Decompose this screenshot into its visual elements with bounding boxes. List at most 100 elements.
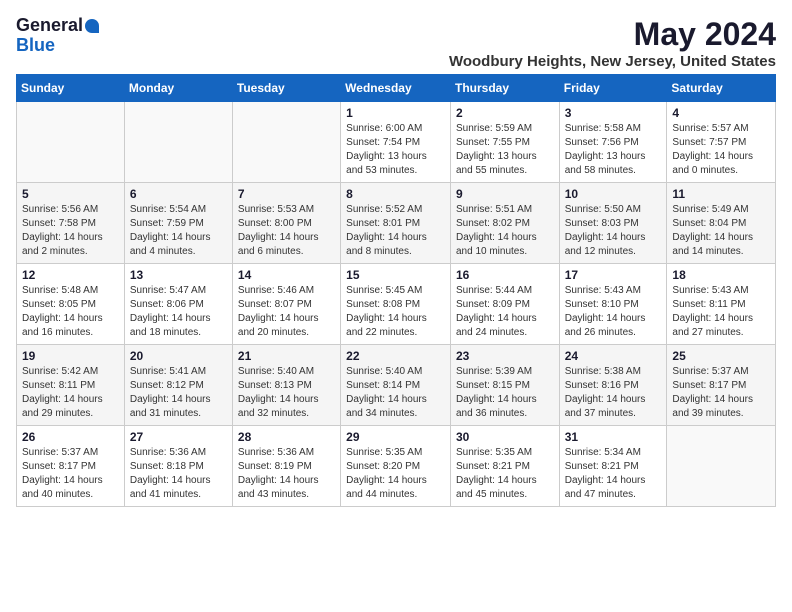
calendar-cell: 2 Sunrise: 5:59 AM Sunset: 7:55 PM Daylig… bbox=[450, 102, 559, 183]
day-number: 28 bbox=[238, 430, 335, 444]
day-info: Sunrise: 5:35 AM Sunset: 8:21 PM Dayligh… bbox=[456, 446, 554, 502]
day-info: Sunrise: 5:50 AM Sunset: 8:03 PM Dayligh… bbox=[565, 203, 662, 259]
calendar-cell: 3Sunrise: 5:58 AM Sunset: 7:56 PM Daylig… bbox=[559, 102, 667, 183]
day-number: 24 bbox=[565, 349, 662, 363]
logo-blue-text: Blue bbox=[16, 36, 99, 56]
calendar-cell: 26 Sunrise: 5:37 AM Sunset: 8:17 PM Dayli… bbox=[17, 426, 125, 507]
day-info: Sunrise: 5:40 AM Sunset: 8:14 PM Dayligh… bbox=[346, 365, 445, 421]
header-monday: Monday bbox=[124, 75, 232, 102]
day-info: Sunrise: 5:44 AM Sunset: 8:09 PM Dayligh… bbox=[456, 284, 554, 340]
day-info: Sunrise: 5:37 AM Sunset: 8:17 PM Dayligh… bbox=[672, 365, 770, 421]
header-sunday: Sunday bbox=[17, 75, 125, 102]
calendar-cell: 15Sunrise: 5:45 AM Sunset: 8:08 PM Dayli… bbox=[341, 264, 451, 345]
day-info: Sunrise: 5:38 AM Sunset: 8:16 PM Dayligh… bbox=[565, 365, 662, 421]
day-info: Sunrise: 5:46 AM Sunset: 8:07 PM Dayligh… bbox=[238, 284, 335, 340]
day-number: 27 bbox=[130, 430, 227, 444]
day-number: 23 bbox=[456, 349, 554, 363]
day-info: Sunrise: 5:56 AM Sunset: 7:58 PM Dayligh… bbox=[22, 203, 119, 259]
calendar-subtitle: Woodbury Heights, New Jersey, United Sta… bbox=[449, 53, 776, 70]
day-info: Sunrise: 5:47 AM Sunset: 8:06 PM Dayligh… bbox=[130, 284, 227, 340]
calendar-cell: 31Sunrise: 5:34 AM Sunset: 8:21 PM Dayli… bbox=[559, 426, 667, 507]
header-tuesday: Tuesday bbox=[232, 75, 340, 102]
day-number: 7 bbox=[238, 187, 335, 201]
header-row: SundayMondayTuesdayWednesdayThursdayFrid… bbox=[17, 75, 776, 102]
day-info: Sunrise: 5:37 AM Sunset: 8:17 PM Dayligh… bbox=[22, 446, 119, 502]
day-number: 20 bbox=[130, 349, 227, 363]
day-number: 30 bbox=[456, 430, 554, 444]
week-row-0: 1 Sunrise: 6:00 AM Sunset: 7:54 PM Daylig… bbox=[17, 102, 776, 183]
day-number: 4 bbox=[672, 106, 770, 120]
day-info: Sunrise: 5:59 AM Sunset: 7:55 PM Dayligh… bbox=[456, 122, 554, 178]
header-saturday: Saturday bbox=[667, 75, 776, 102]
day-info: Sunrise: 5:57 AM Sunset: 7:57 PM Dayligh… bbox=[672, 122, 770, 178]
calendar-cell: 7 Sunrise: 5:53 AM Sunset: 8:00 PM Daylig… bbox=[232, 183, 340, 264]
day-info: Sunrise: 5:58 AM Sunset: 7:56 PM Dayligh… bbox=[565, 122, 662, 178]
day-number: 2 bbox=[456, 106, 554, 120]
calendar-cell: 4 Sunrise: 5:57 AM Sunset: 7:57 PM Daylig… bbox=[667, 102, 776, 183]
day-number: 18 bbox=[672, 268, 770, 282]
calendar-title: May 2024 bbox=[449, 16, 776, 53]
calendar-cell bbox=[667, 426, 776, 507]
day-info: Sunrise: 5:48 AM Sunset: 8:05 PM Dayligh… bbox=[22, 284, 119, 340]
day-info: Sunrise: 5:51 AM Sunset: 8:02 PM Dayligh… bbox=[456, 203, 554, 259]
calendar-cell: 1 Sunrise: 6:00 AM Sunset: 7:54 PM Daylig… bbox=[341, 102, 451, 183]
day-info: Sunrise: 5:41 AM Sunset: 8:12 PM Dayligh… bbox=[130, 365, 227, 421]
calendar-cell: 5 Sunrise: 5:56 AM Sunset: 7:58 PM Daylig… bbox=[17, 183, 125, 264]
day-info: Sunrise: 5:36 AM Sunset: 8:19 PM Dayligh… bbox=[238, 446, 335, 502]
week-row-3: 19 Sunrise: 5:42 AM Sunset: 8:11 PM Dayli… bbox=[17, 345, 776, 426]
day-info: Sunrise: 5:43 AM Sunset: 8:11 PM Dayligh… bbox=[672, 284, 770, 340]
day-number: 13 bbox=[130, 268, 227, 282]
calendar-cell: 21Sunrise: 5:40 AM Sunset: 8:13 PM Dayli… bbox=[232, 345, 340, 426]
calendar-cell: 17 Sunrise: 5:43 AM Sunset: 8:10 PM Dayli… bbox=[559, 264, 667, 345]
day-number: 14 bbox=[238, 268, 335, 282]
calendar-cell: 9 Sunrise: 5:51 AM Sunset: 8:02 PM Daylig… bbox=[450, 183, 559, 264]
day-number: 15 bbox=[346, 268, 445, 282]
day-number: 12 bbox=[22, 268, 119, 282]
day-info: Sunrise: 6:00 AM Sunset: 7:54 PM Dayligh… bbox=[346, 122, 445, 178]
calendar-cell: 19 Sunrise: 5:42 AM Sunset: 8:11 PM Dayli… bbox=[17, 345, 125, 426]
day-number: 26 bbox=[22, 430, 119, 444]
calendar-cell bbox=[232, 102, 340, 183]
day-number: 5 bbox=[22, 187, 119, 201]
week-row-2: 12 Sunrise: 5:48 AM Sunset: 8:05 PM Dayli… bbox=[17, 264, 776, 345]
day-info: Sunrise: 5:54 AM Sunset: 7:59 PM Dayligh… bbox=[130, 203, 227, 259]
calendar-cell: 25 Sunrise: 5:37 AM Sunset: 8:17 PM Dayli… bbox=[667, 345, 776, 426]
day-number: 8 bbox=[346, 187, 445, 201]
day-number: 17 bbox=[565, 268, 662, 282]
day-number: 11 bbox=[672, 187, 770, 201]
day-number: 6 bbox=[130, 187, 227, 201]
calendar-cell: 12 Sunrise: 5:48 AM Sunset: 8:05 PM Dayli… bbox=[17, 264, 125, 345]
calendar-cell: 28 Sunrise: 5:36 AM Sunset: 8:19 PM Dayli… bbox=[232, 426, 340, 507]
day-number: 10 bbox=[565, 187, 662, 201]
day-info: Sunrise: 5:42 AM Sunset: 8:11 PM Dayligh… bbox=[22, 365, 119, 421]
day-info: Sunrise: 5:43 AM Sunset: 8:10 PM Dayligh… bbox=[565, 284, 662, 340]
day-info: Sunrise: 5:35 AM Sunset: 8:20 PM Dayligh… bbox=[346, 446, 445, 502]
day-number: 9 bbox=[456, 187, 554, 201]
calendar-cell: 11 Sunrise: 5:49 AM Sunset: 8:04 PM Dayli… bbox=[667, 183, 776, 264]
calendar-cell: 8 Sunrise: 5:52 AM Sunset: 8:01 PM Daylig… bbox=[341, 183, 451, 264]
calendar-table: SundayMondayTuesdayWednesdayThursdayFrid… bbox=[16, 74, 776, 507]
calendar-cell: 29Sunrise: 5:35 AM Sunset: 8:20 PM Dayli… bbox=[341, 426, 451, 507]
logo-general-text: General bbox=[16, 16, 83, 36]
header-wednesday: Wednesday bbox=[341, 75, 451, 102]
day-info: Sunrise: 5:52 AM Sunset: 8:01 PM Dayligh… bbox=[346, 203, 445, 259]
calendar-header: General Blue May 2024 Woodbury Heights, … bbox=[16, 16, 776, 70]
day-number: 25 bbox=[672, 349, 770, 363]
calendar-cell: 18 Sunrise: 5:43 AM Sunset: 8:11 PM Dayli… bbox=[667, 264, 776, 345]
week-row-1: 5 Sunrise: 5:56 AM Sunset: 7:58 PM Daylig… bbox=[17, 183, 776, 264]
day-number: 1 bbox=[346, 106, 445, 120]
calendar-cell bbox=[124, 102, 232, 183]
logo-icon bbox=[85, 19, 99, 33]
day-info: Sunrise: 5:40 AM Sunset: 8:13 PM Dayligh… bbox=[238, 365, 335, 421]
calendar-cell: 22 Sunrise: 5:40 AM Sunset: 8:14 PM Dayli… bbox=[341, 345, 451, 426]
day-info: Sunrise: 5:53 AM Sunset: 8:00 PM Dayligh… bbox=[238, 203, 335, 259]
day-info: Sunrise: 5:49 AM Sunset: 8:04 PM Dayligh… bbox=[672, 203, 770, 259]
header-thursday: Thursday bbox=[450, 75, 559, 102]
title-area: May 2024 Woodbury Heights, New Jersey, U… bbox=[449, 16, 776, 70]
day-number: 19 bbox=[22, 349, 119, 363]
day-info: Sunrise: 5:39 AM Sunset: 8:15 PM Dayligh… bbox=[456, 365, 554, 421]
day-number: 22 bbox=[346, 349, 445, 363]
calendar-cell: 24 Sunrise: 5:38 AM Sunset: 8:16 PM Dayli… bbox=[559, 345, 667, 426]
calendar-cell: 10 Sunrise: 5:50 AM Sunset: 8:03 PM Dayli… bbox=[559, 183, 667, 264]
calendar-cell: 6 Sunrise: 5:54 AM Sunset: 7:59 PM Daylig… bbox=[124, 183, 232, 264]
